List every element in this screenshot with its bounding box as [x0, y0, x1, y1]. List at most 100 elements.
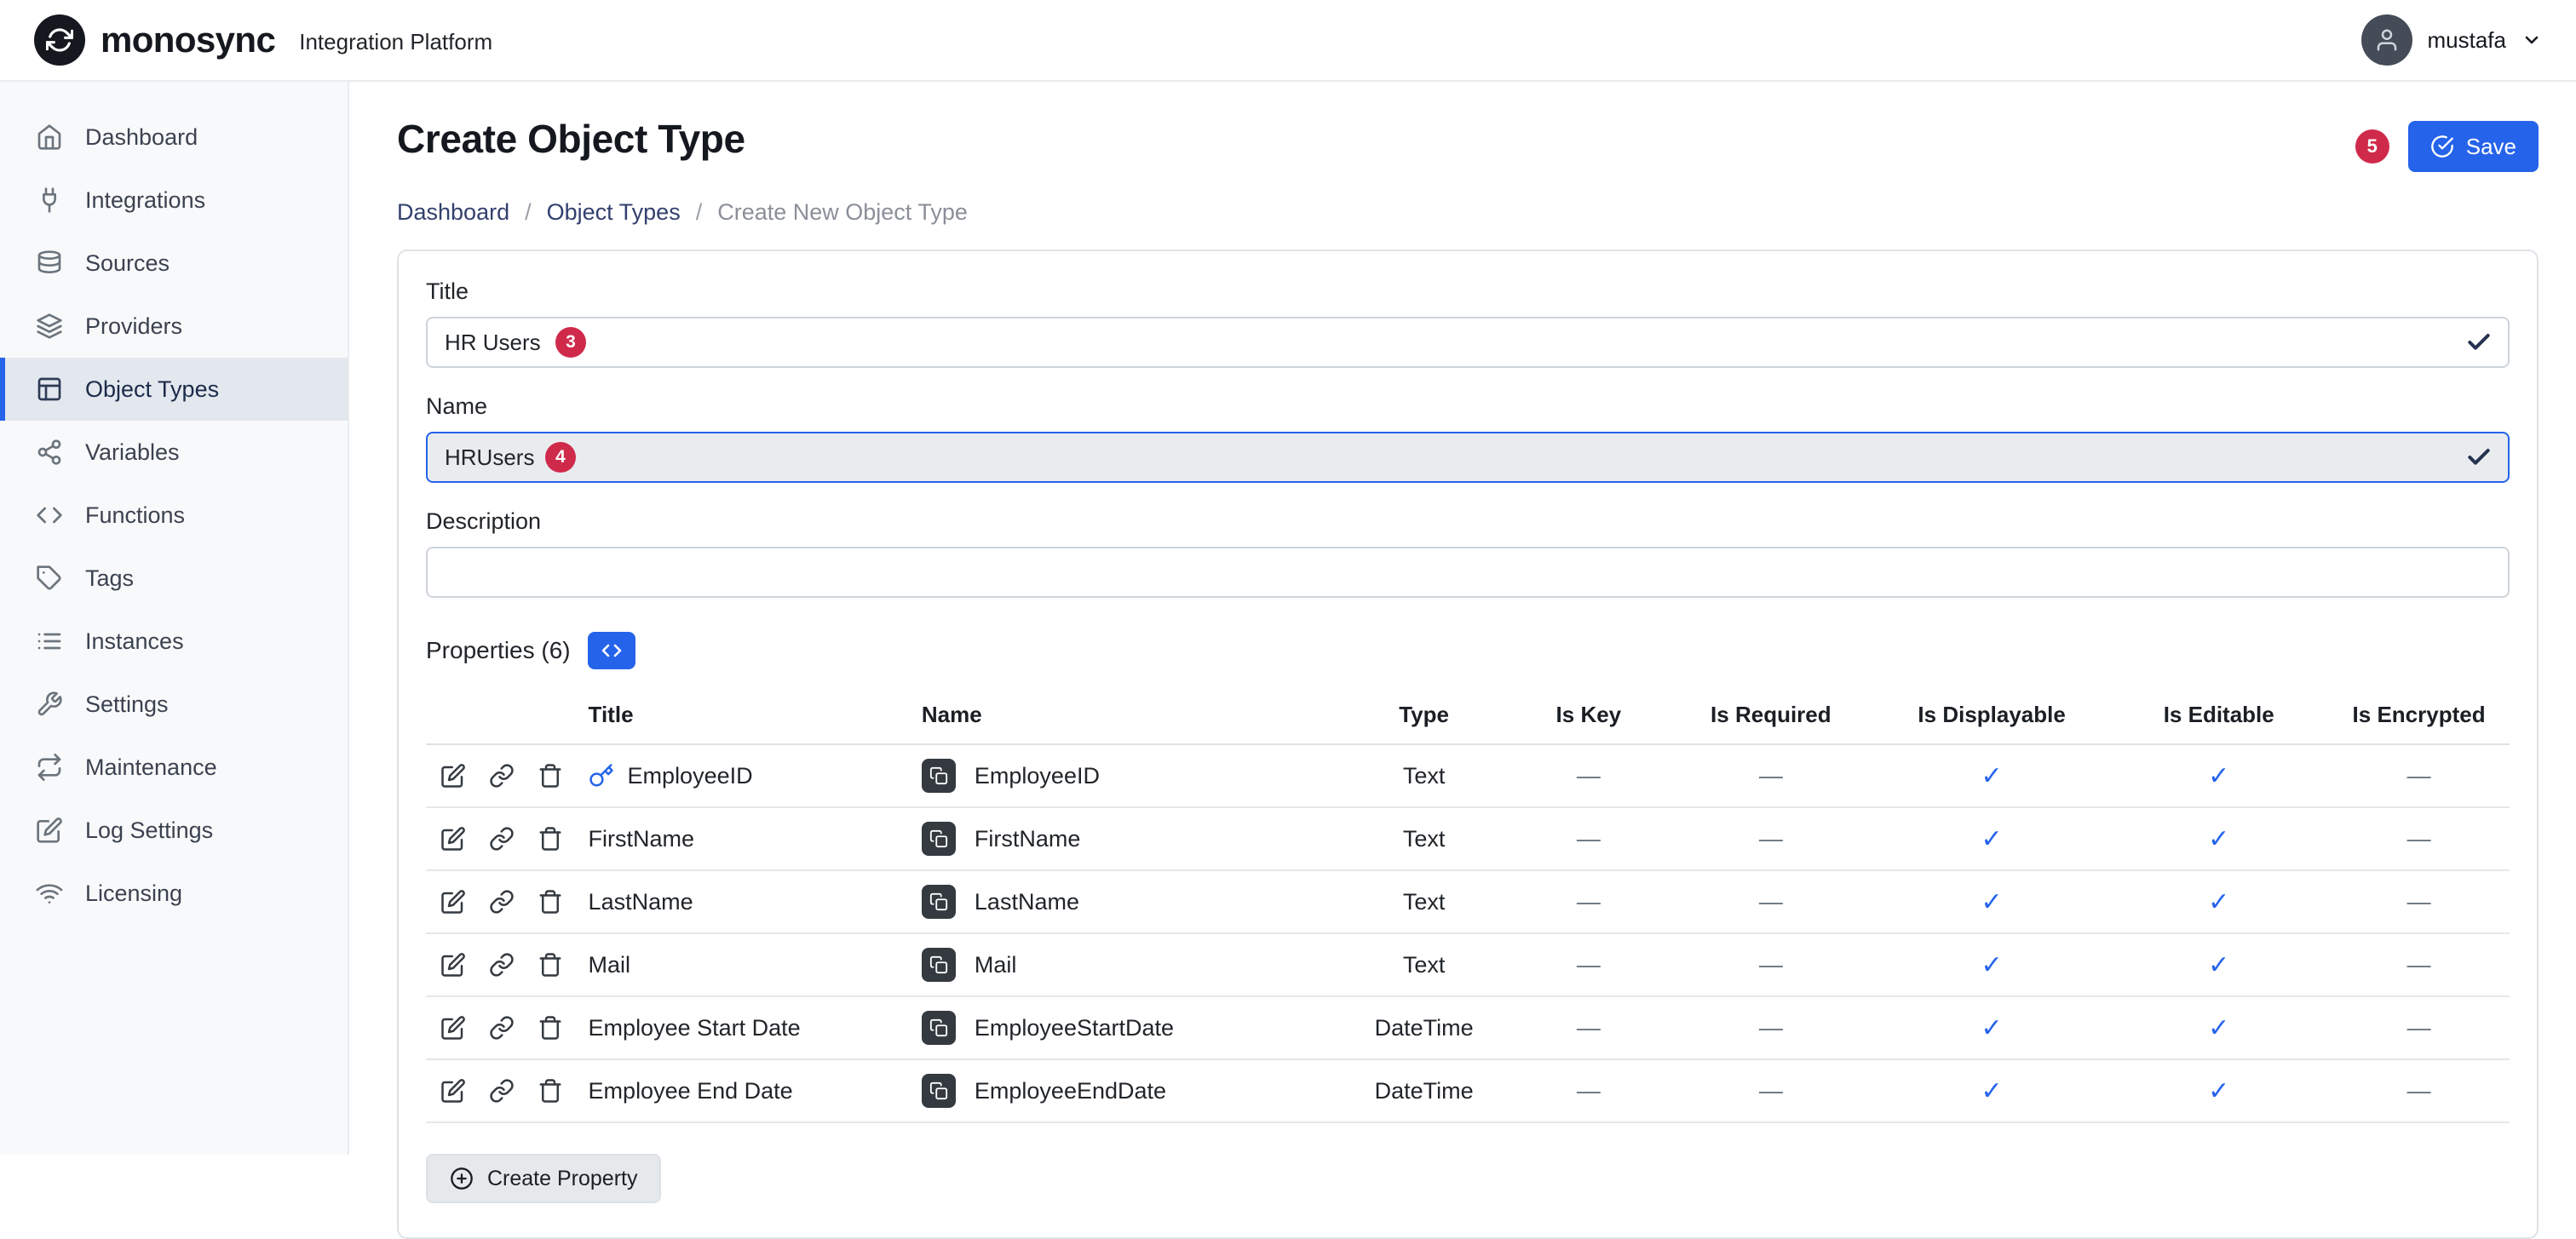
- trash-icon: [538, 1078, 563, 1104]
- sidebar-item-log-settings[interactable]: Log Settings: [0, 799, 348, 862]
- wifi-icon: [36, 880, 63, 907]
- is-editable-value: ✓: [2109, 870, 2328, 933]
- is-editable-value: ✓: [2109, 996, 2328, 1059]
- is-editable-value: ✓: [2109, 933, 2328, 996]
- sidebar-item-object-types[interactable]: Object Types: [0, 358, 348, 421]
- link-icon: [489, 889, 515, 915]
- property-type: Text: [1338, 870, 1509, 933]
- edit-icon: [440, 952, 466, 978]
- is-required-value: —: [1668, 744, 1874, 807]
- delete-property-button[interactable]: [533, 946, 568, 984]
- link-property-button[interactable]: [485, 946, 520, 984]
- property-type: DateTime: [1338, 1059, 1509, 1122]
- description-input[interactable]: [426, 547, 2510, 598]
- name-input[interactable]: [426, 432, 2510, 483]
- sidebar: Dashboard Integrations Sources Providers…: [0, 82, 349, 1155]
- sidebar-item-maintenance[interactable]: Maintenance: [0, 736, 348, 799]
- sidebar-item-label: Dashboard: [85, 124, 198, 151]
- brand-name: monosync: [101, 20, 275, 60]
- delete-property-button[interactable]: [533, 757, 568, 794]
- sidebar-item-functions[interactable]: Functions: [0, 484, 348, 547]
- save-button[interactable]: Save: [2408, 121, 2539, 172]
- sidebar-item-instances[interactable]: Instances: [0, 610, 348, 673]
- breadcrumb-object-types[interactable]: Object Types: [547, 199, 681, 226]
- property-name: LastName: [975, 889, 1079, 915]
- property-name: EmployeeID: [975, 763, 1100, 789]
- edit-property-button[interactable]: [436, 946, 471, 984]
- code-icon: [601, 640, 622, 661]
- sidebar-item-sources[interactable]: Sources: [0, 232, 348, 295]
- delete-property-button[interactable]: [533, 1072, 568, 1110]
- app-header: monosync Integration Platform mustafa: [0, 0, 2576, 82]
- sidebar-item-licensing[interactable]: Licensing: [0, 862, 348, 925]
- sidebar-item-tags[interactable]: Tags: [0, 547, 348, 610]
- link-icon: [489, 952, 515, 978]
- tool-icon: [36, 691, 63, 718]
- copy-name-button[interactable]: [922, 822, 956, 856]
- user-menu[interactable]: mustafa: [2361, 14, 2543, 66]
- title-field-label: Title: [426, 278, 2510, 305]
- property-row: EmployeeID EmployeeID Text — — ✓ ✓ —: [426, 744, 2510, 807]
- sidebar-item-integrations[interactable]: Integrations: [0, 169, 348, 232]
- edit-property-button[interactable]: [436, 1009, 471, 1047]
- copy-icon: [929, 1018, 948, 1037]
- properties-table: Title Name Type Is Key Is Required Is Di…: [426, 686, 2510, 1123]
- save-button-label: Save: [2466, 134, 2516, 160]
- create-property-button[interactable]: Create Property: [426, 1154, 661, 1203]
- breadcrumb-current: Create New Object Type: [717, 199, 968, 226]
- column-actions: [426, 686, 578, 744]
- link-property-button[interactable]: [485, 820, 520, 858]
- sidebar-item-variables[interactable]: Variables: [0, 421, 348, 484]
- copy-icon: [929, 766, 948, 785]
- view-json-button[interactable]: [588, 632, 635, 669]
- sidebar-item-settings[interactable]: Settings: [0, 673, 348, 736]
- column-is-displayable: Is Displayable: [1874, 686, 2109, 744]
- link-icon: [489, 1078, 515, 1104]
- check-circle-icon: [2430, 135, 2454, 158]
- edit-property-button[interactable]: [436, 820, 471, 858]
- column-is-editable: Is Editable: [2109, 686, 2328, 744]
- valid-check-icon: [2465, 329, 2493, 356]
- title-input[interactable]: [426, 317, 2510, 368]
- property-type: DateTime: [1338, 996, 1509, 1059]
- property-name: Mail: [975, 952, 1017, 978]
- table-icon: [36, 376, 63, 403]
- copy-name-button[interactable]: [922, 1074, 956, 1108]
- copy-icon: [929, 892, 948, 911]
- tag-icon: [36, 565, 63, 592]
- breadcrumb-dashboard[interactable]: Dashboard: [397, 199, 509, 226]
- copy-name-button[interactable]: [922, 948, 956, 982]
- edit-property-button[interactable]: [436, 757, 471, 794]
- database-icon: [36, 250, 63, 277]
- edit-icon: [36, 817, 63, 844]
- copy-name-button[interactable]: [922, 759, 956, 793]
- link-property-button[interactable]: [485, 883, 520, 921]
- edit-property-button[interactable]: [436, 883, 471, 921]
- link-property-button[interactable]: [485, 1009, 520, 1047]
- plus-circle-icon: [450, 1167, 474, 1190]
- copy-name-button[interactable]: [922, 1011, 956, 1045]
- is-editable-value: ✓: [2109, 1059, 2328, 1122]
- product-name: Integration Platform: [299, 29, 492, 55]
- link-property-button[interactable]: [485, 757, 520, 794]
- sidebar-item-label: Object Types: [85, 376, 219, 403]
- is-encrypted-value: —: [2328, 996, 2510, 1059]
- sidebar-item-dashboard[interactable]: Dashboard: [0, 106, 348, 169]
- link-property-button[interactable]: [485, 1072, 520, 1110]
- trash-icon: [538, 952, 563, 978]
- unsaved-count-badge: 5: [2355, 129, 2389, 163]
- delete-property-button[interactable]: [533, 1009, 568, 1047]
- is-key-value: —: [1509, 870, 1668, 933]
- sidebar-item-providers[interactable]: Providers: [0, 295, 348, 358]
- is-encrypted-value: —: [2328, 744, 2510, 807]
- monosync-logo-icon: [34, 14, 85, 66]
- property-row: Employee Start Date EmployeeStartDate Da…: [426, 996, 2510, 1059]
- delete-property-button[interactable]: [533, 883, 568, 921]
- is-encrypted-value: —: [2328, 933, 2510, 996]
- copy-name-button[interactable]: [922, 885, 956, 919]
- delete-property-button[interactable]: [533, 820, 568, 858]
- sidebar-item-label: Licensing: [85, 880, 182, 907]
- edit-property-button[interactable]: [436, 1072, 471, 1110]
- edit-icon: [440, 1078, 466, 1104]
- property-row: Employee End Date EmployeeEndDate DateTi…: [426, 1059, 2510, 1122]
